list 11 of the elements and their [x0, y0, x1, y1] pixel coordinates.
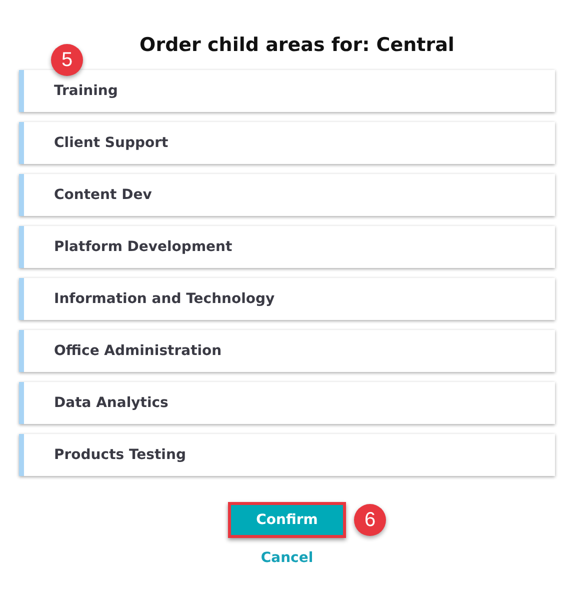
- dialog-title: Order child areas for: Central: [138, 34, 456, 56]
- step-badge: 5: [51, 44, 83, 76]
- area-item[interactable]: Office Administration: [19, 330, 555, 372]
- area-item[interactable]: Data Analytics: [19, 382, 555, 424]
- step-badge: 6: [354, 504, 386, 536]
- area-item[interactable]: Training: [19, 70, 555, 112]
- area-item[interactable]: Products Testing: [19, 434, 555, 476]
- area-item[interactable]: Information and Technology: [19, 278, 555, 320]
- area-item[interactable]: Platform Development: [19, 226, 555, 268]
- area-item[interactable]: Client Support: [19, 122, 555, 164]
- area-item[interactable]: Content Dev: [19, 174, 555, 216]
